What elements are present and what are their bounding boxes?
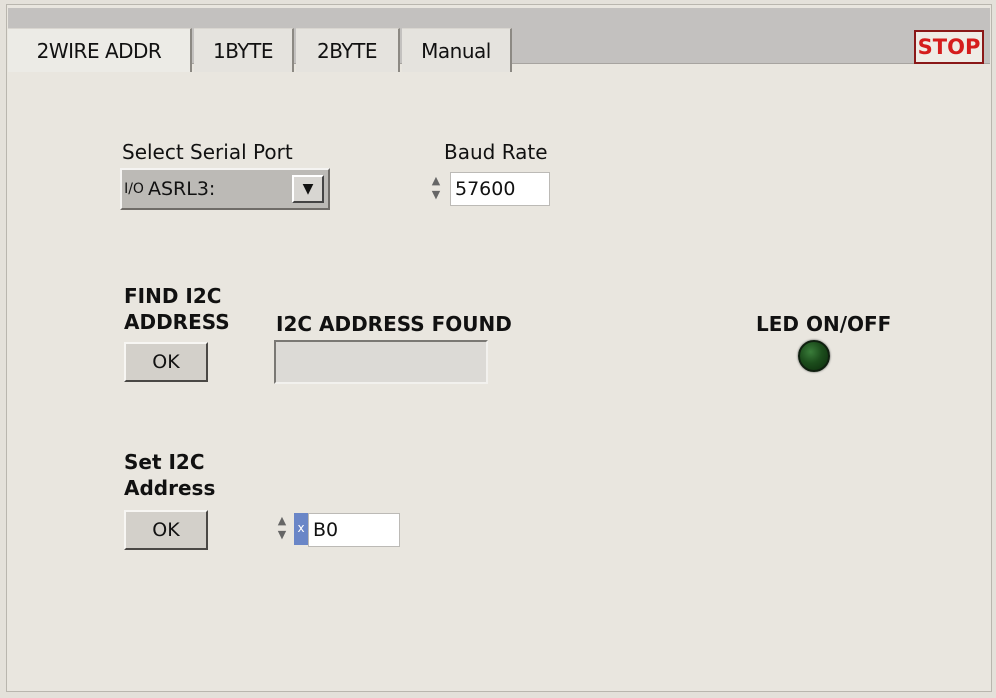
- tab-2byte[interactable]: 2BYTE: [296, 28, 400, 72]
- increment-arrow-icon[interactable]: ▲: [432, 174, 440, 188]
- i2c-found-label: I2C ADDRESS FOUND: [276, 312, 512, 336]
- find-i2c-label-line1: FIND I2C: [124, 284, 222, 308]
- serial-port-select[interactable]: I/O ASRL3: ▼: [120, 168, 330, 210]
- i2c-address-input[interactable]: B0: [308, 513, 400, 547]
- baud-rate-spinner[interactable]: ▲ ▼: [426, 168, 446, 208]
- led-label: LED ON/OFF: [756, 312, 892, 336]
- set-i2c-label-line1: Set I2C: [124, 450, 205, 474]
- tab-strip: 2WIRE ADDR 1BYTE 2BYTE Manual STOP: [8, 8, 990, 72]
- increment-arrow-icon[interactable]: ▲: [278, 514, 286, 528]
- serial-port-value: ASRL3:: [148, 178, 216, 200]
- tab-manual[interactable]: Manual: [402, 28, 512, 72]
- radix-indicator[interactable]: x: [294, 513, 308, 545]
- find-i2c-ok-button[interactable]: OK: [124, 342, 208, 382]
- serial-port-label: Select Serial Port: [122, 140, 293, 164]
- i2c-found-indicator: [274, 340, 488, 384]
- i2c-address-spinner[interactable]: ▲ ▼: [272, 508, 292, 548]
- tab-2wire-addr[interactable]: 2WIRE ADDR: [8, 28, 192, 72]
- baud-rate-input[interactable]: 57600: [450, 172, 550, 206]
- decrement-arrow-icon[interactable]: ▼: [278, 528, 286, 542]
- baud-rate-label: Baud Rate: [444, 140, 548, 164]
- stop-button[interactable]: STOP: [914, 30, 984, 64]
- decrement-arrow-icon[interactable]: ▼: [432, 188, 440, 202]
- set-i2c-ok-button[interactable]: OK: [124, 510, 208, 550]
- find-i2c-label-line2: ADDRESS: [124, 310, 230, 334]
- set-i2c-label-line2: Address: [124, 476, 216, 500]
- led-indicator[interactable]: [798, 340, 830, 372]
- tab-1byte[interactable]: 1BYTE: [194, 28, 294, 72]
- dropdown-arrow-icon[interactable]: ▼: [292, 175, 324, 203]
- io-icon: I/O: [124, 181, 144, 197]
